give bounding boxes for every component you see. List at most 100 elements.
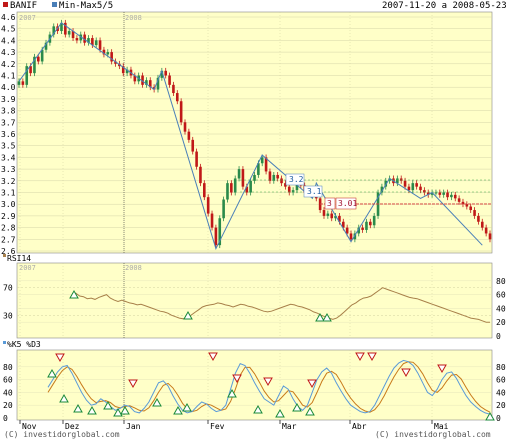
year-label-2008: 2008 (125, 14, 142, 22)
chart-canvas: BANIF Min-Max5/5 2007-11-20 a 2008-05-23… (1, 1, 507, 439)
candle-body (175, 93, 179, 102)
candle-body (469, 206, 472, 211)
candle-body (75, 38, 79, 41)
candle-body (345, 227, 349, 234)
candle-body (399, 178, 403, 181)
price-y-tick: 4.2 (1, 60, 16, 69)
candle-body (365, 221, 368, 230)
stoch-panel: %K5 %D3 80 60 40 20 0 80 60 40 20 0 (3, 340, 506, 423)
price-panel-bg (16, 11, 493, 254)
candle-body (203, 183, 206, 198)
candle-body (67, 31, 71, 35)
price-y-tick: 3.6 (1, 130, 16, 139)
stoch-left-tick: 20 (3, 401, 13, 410)
x-tick-label: Fev (210, 422, 225, 431)
stoch-right-tick: 20 (496, 401, 506, 410)
candle-body (280, 178, 283, 184)
candle-body (322, 210, 326, 216)
candle-body (214, 227, 218, 246)
candle-body (450, 194, 453, 198)
price-y-tick: 4.5 (1, 25, 16, 34)
rsi-right-tick: 40 (496, 304, 506, 313)
candle-body (249, 180, 252, 193)
rsi-right-tick: 80 (496, 277, 506, 286)
price-y-tick: 3.7 (1, 118, 16, 127)
indicator-swatch (52, 2, 57, 7)
date-range: 2007-11-20 a 2008-05-23 (382, 1, 507, 11)
level-label-3-01: 3.01 (335, 197, 357, 210)
stoch-title: %K5 %D3 (7, 340, 41, 349)
stoch-left-tick: 80 (3, 363, 13, 372)
candle-body (183, 122, 187, 132)
stoch-right-tick: 40 (496, 388, 506, 397)
candle-body (233, 178, 237, 193)
price-y-tick: 2.8 (1, 224, 16, 233)
level-label-3: 3 (324, 197, 336, 210)
x-tick-label: Mar (282, 422, 297, 431)
rsi-panel: RSI14 2007 2008 70 30 80 60 40 20 0 (3, 254, 506, 341)
candle-body (179, 101, 183, 123)
svg-text:3: 3 (327, 199, 332, 208)
candle-body (438, 192, 442, 195)
candle-body (453, 194, 457, 199)
price-panel: 2007 2008 4.6 4.5 4.4 4.3 4.2 4.1 4.0 3.9 3.8 3.7… (1, 11, 493, 256)
candle-body (187, 131, 191, 140)
candle-body (465, 204, 469, 207)
candle-body (195, 151, 198, 167)
rsi-year-2008: 2008 (125, 264, 142, 272)
stoch-panel-bg (16, 349, 493, 421)
candle-body (226, 183, 229, 200)
rsi-year-2007: 2007 (19, 264, 36, 272)
indicator-label: Min-Max5/5 (59, 1, 113, 11)
price-y-tick: 3.2 (1, 177, 16, 186)
candle-body (237, 169, 241, 179)
candle-body (230, 183, 233, 193)
candle-body (407, 186, 411, 191)
candle-body (21, 81, 25, 85)
price-y-tick: 2.9 (1, 212, 16, 221)
candle-body (361, 227, 364, 230)
candle-body (260, 157, 264, 164)
svg-text:3.01: 3.01 (338, 199, 357, 208)
candle-body (369, 221, 372, 226)
x-tick-label: Abr (352, 422, 367, 431)
rsi-left-tick: 70 (3, 284, 13, 293)
stoch-right-tick: 60 (496, 376, 506, 385)
svg-text:3.1: 3.1 (307, 187, 322, 196)
footer-left: (C) investidorglobal.com (4, 430, 120, 439)
candle-body (37, 56, 40, 62)
rsi-title: RSI14 (7, 254, 31, 263)
candle-body (488, 233, 492, 240)
price-y-tick: 4.0 (1, 83, 16, 92)
price-y-tick: 3.4 (1, 153, 16, 162)
candle-body (94, 40, 98, 46)
candle-body (349, 233, 353, 240)
candle-body (222, 199, 225, 219)
price-y-tick: 4.4 (1, 36, 16, 45)
stoch-right-tick: 80 (496, 363, 506, 372)
rsi-right-tick: 0 (496, 332, 501, 341)
candle-body (473, 210, 476, 216)
rsi-left-tick: 30 (3, 311, 13, 320)
candle-body (419, 186, 422, 191)
candle-body (326, 213, 330, 216)
candle-body (434, 192, 438, 194)
price-y-tick: 3.0 (1, 200, 16, 209)
stoch-left-tick: 60 (3, 376, 13, 385)
candle-body (98, 40, 102, 50)
candle-body (268, 171, 272, 181)
candle-body (106, 52, 110, 55)
price-y-tick: 4.6 (1, 13, 16, 22)
candle-body (480, 221, 484, 228)
candle-body (446, 192, 449, 198)
rsi-right-tick: 20 (496, 318, 506, 327)
price-y-tick: 4.1 (1, 72, 16, 81)
price-y-tick: 3.1 (1, 189, 16, 198)
candle-body (164, 70, 168, 76)
rsi-swatch (3, 254, 6, 257)
k-swatch (3, 341, 6, 344)
candle-body (172, 84, 175, 94)
price-y-tick: 3.9 (1, 95, 16, 104)
price-y-tick: 3.3 (1, 165, 16, 174)
candle-body (276, 174, 279, 179)
